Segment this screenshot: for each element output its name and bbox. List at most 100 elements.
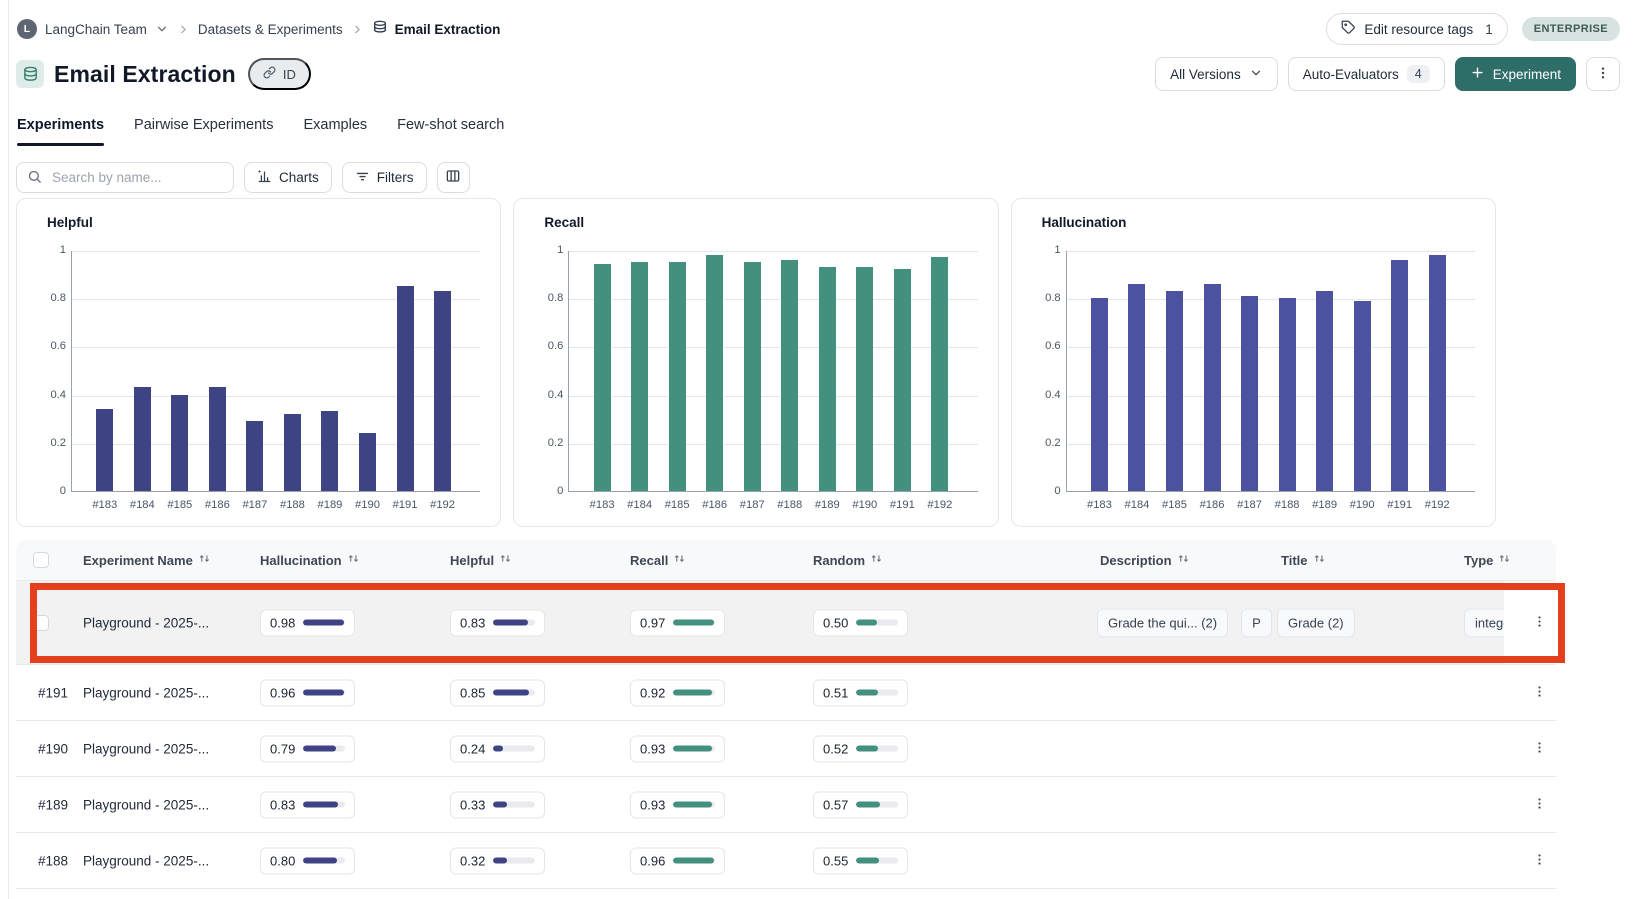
sort-icon[interactable] — [1177, 552, 1190, 568]
column-label: Title — [1281, 553, 1308, 568]
team-avatar[interactable]: L — [17, 19, 37, 39]
chevron-down-icon[interactable] — [155, 22, 169, 36]
x-axis-tick: #185 — [665, 499, 690, 511]
col-experiment-name-header[interactable]: Experiment Name — [83, 552, 211, 568]
metric-bar-track — [673, 802, 715, 808]
metric-bar-fill — [493, 746, 503, 752]
versions-dropdown[interactable]: All Versions — [1155, 57, 1278, 91]
x-axis-tick: #185 — [1162, 499, 1187, 511]
sort-icon[interactable] — [673, 552, 686, 568]
experiment-name[interactable]: Playground - 2025-... — [83, 797, 209, 812]
metric-value: 0.93 — [640, 797, 665, 812]
bar-184 — [1128, 284, 1145, 491]
chart-hallucination: Hallucination 00.20.40.60.81#183#184#185… — [1011, 198, 1496, 527]
metric-bar-track — [303, 620, 345, 626]
row-menu-button[interactable] — [1528, 680, 1551, 706]
y-axis-tick: 1 — [1021, 244, 1061, 256]
y-axis-tick: 0.4 — [26, 389, 66, 401]
table-row[interactable]: Playground - 2025-...0.980.830.970.50Gra… — [16, 580, 1556, 664]
recall-cell: 0.97 — [630, 609, 725, 636]
col-hallucination-header[interactable]: Hallucination — [260, 552, 360, 568]
tab-experiments[interactable]: Experiments — [17, 113, 104, 146]
col-type-header[interactable]: Type — [1464, 552, 1511, 568]
title-chip[interactable]: Grade (2) — [1277, 608, 1355, 637]
sort-icon[interactable] — [1313, 552, 1326, 568]
y-axis-tick: 1 — [26, 244, 66, 256]
dataset-icon — [16, 60, 44, 88]
y-axis-tick: 0.4 — [523, 389, 563, 401]
new-experiment-button[interactable]: Experiment — [1455, 57, 1576, 91]
description-chip[interactable]: Grade the qui... (2) — [1097, 608, 1228, 637]
breadcrumb-current[interactable]: Email Extraction — [372, 20, 501, 39]
col-description-header[interactable]: Description — [1100, 552, 1190, 568]
hallucination-cell: 0.96 — [260, 679, 355, 706]
description-cell: Grade the qui... (2) P — [1097, 608, 1272, 637]
auto-evaluators-button[interactable]: Auto-Evaluators 4 — [1288, 57, 1445, 91]
search-input[interactable] — [50, 169, 231, 186]
experiments-table: Experiment Name Hallucination Helpful Recal… — [16, 540, 1556, 899]
experiment-name[interactable]: Playground - 2025-... — [83, 853, 209, 868]
x-axis-tick: #186 — [1200, 499, 1225, 511]
col-random-header[interactable]: Random — [813, 552, 883, 568]
x-axis-tick: #183 — [1087, 499, 1112, 511]
sort-icon[interactable] — [347, 552, 360, 568]
row-number: #189 — [38, 797, 68, 812]
bar-186 — [1204, 284, 1221, 491]
description-chip[interactable]: P — [1241, 608, 1272, 637]
tab-few-shot-search[interactable]: Few-shot search — [397, 113, 504, 146]
metric-bar-track — [493, 620, 535, 626]
more-options-button[interactable] — [1586, 57, 1620, 91]
experiment-name[interactable]: Playground - 2025-... — [83, 685, 209, 700]
breadcrumb-section[interactable]: Datasets & Experiments — [198, 22, 343, 37]
table-row[interactable]: #191Playground - 2025-...0.960.850.920.5… — [16, 664, 1556, 720]
metric-value: 0.55 — [823, 853, 848, 868]
x-axis-tick: #190 — [355, 499, 380, 511]
recall-cell: 0.92 — [630, 679, 725, 706]
copy-id-button[interactable]: ID — [248, 58, 311, 90]
row-menu-button[interactable] — [1528, 610, 1551, 636]
chart-plot: 00.20.40.60.81#183#184#185#186#187#188#1… — [568, 251, 977, 492]
tab-examples[interactable]: Examples — [303, 113, 367, 146]
experiment-name[interactable]: Playground - 2025-... — [83, 741, 209, 756]
col-title-header[interactable]: Title — [1281, 552, 1326, 568]
col-helpful-header[interactable]: Helpful — [450, 552, 512, 568]
col-recall-header[interactable]: Recall — [630, 552, 686, 568]
chart-title: Helpful — [47, 215, 93, 230]
row-menu-button[interactable] — [1528, 736, 1551, 762]
x-axis-tick: #183 — [590, 499, 615, 511]
random-value-chip: 0.55 — [813, 847, 908, 874]
metric-value: 0.24 — [460, 741, 485, 756]
metric-bar-track — [673, 690, 715, 696]
kebab-icon — [1532, 740, 1547, 758]
column-label: Helpful — [450, 553, 494, 568]
filters-button[interactable]: Filters — [342, 162, 427, 193]
metric-value: 0.79 — [270, 741, 295, 756]
breadcrumb-team[interactable]: LangChain Team — [45, 22, 147, 37]
metric-bar-track — [856, 858, 898, 864]
metric-bar-fill — [493, 690, 529, 696]
x-axis-tick: #187 — [1237, 499, 1262, 511]
row-number: #190 — [38, 741, 68, 756]
experiment-name[interactable]: Playground - 2025-... — [83, 615, 209, 630]
sort-icon[interactable] — [499, 552, 512, 568]
bar-192 — [1429, 255, 1446, 491]
tab-pairwise-experiments[interactable]: Pairwise Experiments — [134, 113, 273, 146]
row-actions-cell — [1528, 680, 1551, 706]
select-all-checkbox[interactable] — [33, 552, 49, 568]
edit-resource-tags-button[interactable]: Edit resource tags 1 — [1326, 13, 1507, 45]
select-all-checkbox-cell — [33, 552, 49, 568]
sort-icon[interactable] — [198, 552, 211, 568]
row-menu-button[interactable] — [1528, 848, 1551, 874]
search-box[interactable] — [16, 162, 234, 193]
table-row[interactable]: #189Playground - 2025-...0.830.330.930.5… — [16, 776, 1556, 832]
row-checkbox[interactable] — [33, 615, 49, 631]
columns-button[interactable] — [437, 162, 470, 193]
hallucination-value-chip: 0.80 — [260, 847, 355, 874]
table-row[interactable]: #190Playground - 2025-...0.790.240.930.5… — [16, 720, 1556, 776]
charts-button[interactable]: Charts — [244, 162, 332, 193]
row-menu-button[interactable] — [1528, 792, 1551, 818]
sort-icon[interactable] — [870, 552, 883, 568]
table-row[interactable]: #188Playground - 2025-...0.800.320.960.5… — [16, 832, 1556, 888]
sort-icon[interactable] — [1498, 552, 1511, 568]
metric-bar-fill — [856, 746, 878, 752]
